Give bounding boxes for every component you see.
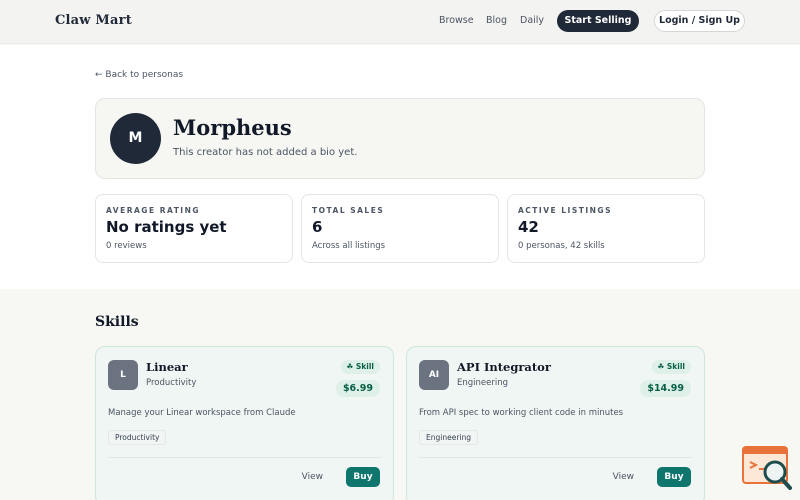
stat-value: 6 (312, 218, 323, 236)
skill-tag[interactable]: Engineering (419, 430, 478, 445)
stat-card-average-rating: AVERAGE RATING No ratings yet 0 reviews (95, 194, 293, 263)
stat-label: AVERAGE RATING (106, 206, 201, 215)
skill-avatar-icon: AI (419, 360, 449, 390)
skill-name[interactable]: Linear (146, 360, 188, 374)
skill-avatar-icon: L (108, 360, 138, 390)
stat-subtext: 0 personas, 42 skills (518, 241, 605, 251)
skill-tag[interactable]: Productivity (108, 430, 167, 445)
skills-section-title: Skills (95, 314, 139, 330)
brand-logo[interactable]: Claw Mart (55, 13, 132, 28)
divider (108, 457, 381, 458)
skill-category: Productivity (146, 378, 197, 388)
back-to-personas-link[interactable]: ← Back to personas (95, 70, 183, 80)
skill-category: Engineering (457, 378, 508, 388)
buy-button[interactable]: Buy (346, 467, 380, 487)
avatar: M (110, 113, 161, 164)
nav-daily-link[interactable]: Daily (520, 15, 544, 26)
help-chat-widget[interactable] (742, 446, 792, 490)
view-link[interactable]: View (613, 472, 634, 482)
top-nav-bar: Claw Mart Browse Blog Daily Start Sellin… (0, 0, 800, 44)
skill-type-badge: ☘ Skill (340, 360, 380, 374)
profile-bio: This creator has not added a bio yet. (173, 147, 358, 158)
stat-value: No ratings yet (106, 218, 227, 236)
skill-card-api-integrator[interactable]: AI API Integrator Engineering ☘ Skill $1… (406, 346, 705, 500)
skill-description: Manage your Linear workspace from Claude (108, 408, 296, 418)
skill-name[interactable]: API Integrator (457, 360, 551, 374)
view-link[interactable]: View (302, 472, 323, 482)
skill-price: $6.99 (335, 380, 380, 397)
login-signup-button[interactable]: Login / Sign Up (654, 10, 745, 32)
skill-card-linear[interactable]: L Linear Productivity ☘ Skill $6.99 Mana… (95, 346, 394, 500)
badge-label: Skill (355, 362, 374, 371)
start-selling-button[interactable]: Start Selling (557, 10, 639, 32)
skill-price: $14.99 (640, 380, 691, 397)
profile-name: Morpheus (173, 115, 292, 140)
stat-value: 42 (518, 218, 539, 236)
stat-card-active-listings: ACTIVE LISTINGS 42 0 personas, 42 skills (507, 194, 705, 263)
leaf-icon: ☘ (346, 362, 356, 371)
stat-card-total-sales: TOTAL SALES 6 Across all listings (301, 194, 499, 263)
skill-type-badge: ☘ Skill (651, 360, 691, 374)
stat-subtext: Across all listings (312, 241, 386, 251)
stat-label: TOTAL SALES (312, 206, 385, 215)
stat-subtext: 0 reviews (106, 241, 147, 251)
skill-description: From API spec to working client code in … (419, 408, 624, 418)
badge-label: Skill (666, 362, 685, 371)
leaf-icon: ☘ (657, 362, 667, 371)
stat-label: ACTIVE LISTINGS (518, 206, 612, 215)
chat-search-icon (742, 446, 792, 490)
nav-browse-link[interactable]: Browse (439, 15, 474, 26)
buy-button[interactable]: Buy (657, 467, 691, 487)
divider (419, 457, 692, 458)
nav-blog-link[interactable]: Blog (486, 15, 507, 26)
